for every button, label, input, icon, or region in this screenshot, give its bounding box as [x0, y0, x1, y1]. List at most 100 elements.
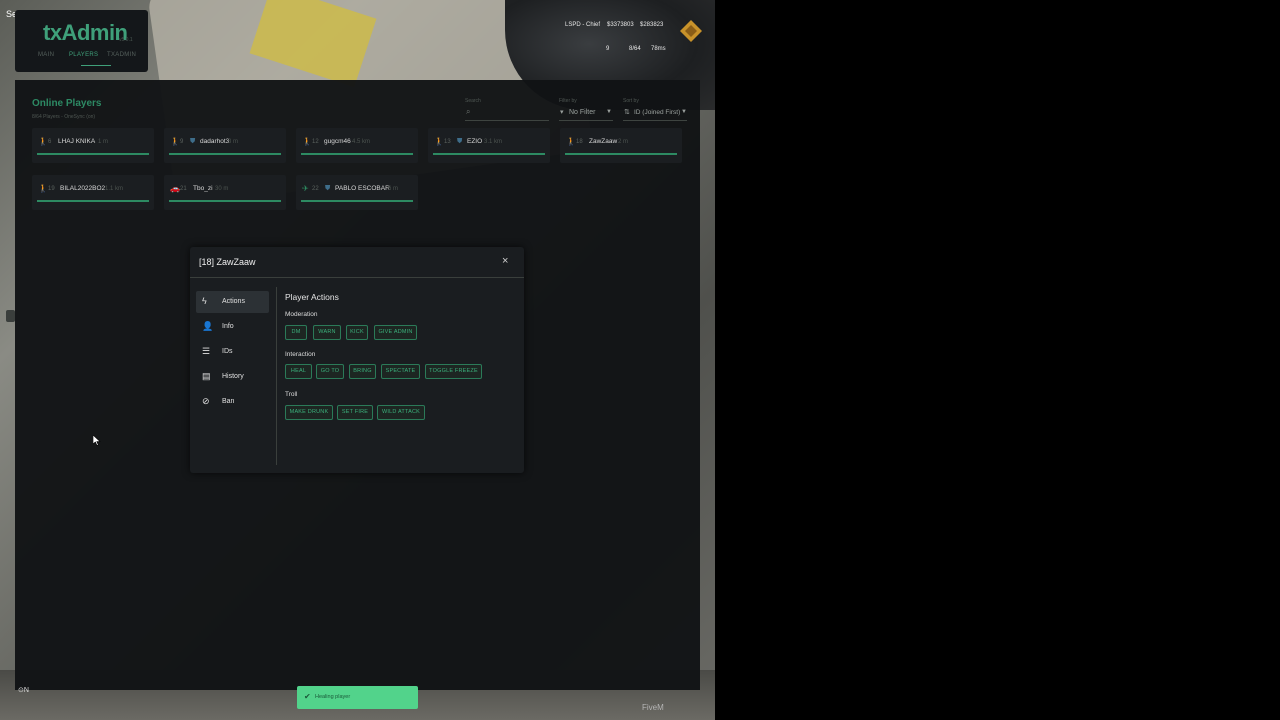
dm-button[interactable]: DM	[285, 325, 307, 340]
sidebar-item-label: IDs	[222, 348, 233, 355]
panel-title: Online Players	[32, 98, 102, 109]
filter-label: Filter by	[559, 98, 577, 104]
player-id: 6	[48, 139, 52, 145]
hud-bank: $283823	[640, 22, 664, 28]
player-distance: 6 m	[388, 186, 399, 192]
close-icon[interactable]: ×	[502, 255, 508, 267]
player-card[interactable]: 🚶 9 ⛊ dadarhot3 3 m	[164, 128, 286, 163]
go-to-button[interactable]: GO TO	[316, 364, 344, 379]
toast-notification: ✔ Healing player	[297, 686, 418, 709]
player-card[interactable]: 🚶 19 BILAL2022BO2 1.1 km	[32, 175, 154, 210]
sort-select[interactable]: ⇅ ID (Joined First) ▼	[623, 107, 687, 121]
tab-txadmin[interactable]: TXADMIN	[107, 52, 136, 58]
player-distance: 2 m	[618, 139, 629, 145]
check-circle-icon: ✔	[304, 692, 311, 701]
sidebar-item-ids[interactable]: ☰ IDs	[196, 341, 269, 363]
sidebar-item-info[interactable]: 👤 Info	[196, 316, 269, 338]
kick-button[interactable]: KICK	[346, 325, 368, 340]
sidebar-item-label: History	[222, 373, 244, 380]
ban-icon: ⊘	[202, 396, 210, 406]
sidebar-item-ban[interactable]: ⊘ Ban	[196, 391, 269, 413]
give-admin-button[interactable]: GIVE ADMIN	[374, 325, 417, 340]
section-label-moderation: Moderation	[285, 311, 318, 318]
player-card[interactable]: ✈ 22 ⛊ PABLO ESCOBAR 6 m	[296, 175, 418, 210]
search-input[interactable]: ⌕	[465, 107, 549, 121]
player-distance: 3 m	[228, 139, 239, 145]
hud-stat-2: 8/64	[629, 46, 641, 52]
player-distance: 1 m	[98, 139, 109, 145]
panel-subtitle: 8/64 Players - OneSync (on)	[32, 114, 96, 120]
walking-icon: 🚶	[38, 184, 48, 193]
sidebar-item-actions[interactable]: ϟ Actions	[196, 291, 269, 313]
player-card[interactable]: 🚗 21 Tbo_zi 30 m	[164, 175, 286, 210]
sidebar-item-label: Actions	[222, 298, 245, 305]
tab-players[interactable]: PLAYERS	[69, 52, 98, 58]
toggle-freeze-button[interactable]: TOGGLE FREEZE	[425, 364, 482, 379]
warn-button[interactable]: WARN	[313, 325, 341, 340]
book-icon: ▤	[202, 371, 211, 381]
player-health-bar	[169, 200, 281, 202]
player-card[interactable]: 🚶 18 ZawZaaw 2 m	[560, 128, 682, 163]
player-id: 22	[312, 186, 319, 192]
plane-icon: ✈	[302, 184, 309, 193]
sidebar-item-label: Info	[222, 323, 234, 330]
walking-icon: 🚶	[38, 137, 48, 146]
section-label-troll: Troll	[285, 391, 298, 398]
hud-cash: $3373803	[607, 22, 634, 28]
filter-select[interactable]: ▾ No Filter ▼	[559, 107, 613, 121]
player-name: ZawZaaw	[589, 138, 618, 145]
walking-icon: 🚶	[170, 137, 180, 146]
filter-icon: ▾	[560, 109, 564, 116]
player-distance: 1.1 km	[105, 186, 124, 192]
hud-stat-1: 9	[606, 46, 610, 52]
heal-button[interactable]: HEAL	[285, 364, 312, 379]
player-name: PABLO ESCOBAR	[335, 185, 390, 192]
player-card[interactable]: 🚶 13 ⛊ EZIO 3.1 km	[428, 128, 550, 163]
player-id: 9	[180, 139, 184, 145]
player-distance: 30 m	[215, 186, 229, 192]
player-card[interactable]: 🚶 12 gugcm46 4.5 km	[296, 128, 418, 163]
modal-vertical-divider	[276, 287, 277, 465]
hud-ping: 78ms	[651, 46, 666, 52]
compass-icon: ⊙N	[18, 687, 29, 694]
section-label-interaction: Interaction	[285, 351, 316, 358]
tab-main[interactable]: MAIN	[38, 52, 54, 58]
shield-icon: ⛊	[457, 138, 463, 145]
wild-attack-button[interactable]: WILD ATTACK	[377, 405, 425, 420]
walking-icon: 🚶	[566, 137, 576, 146]
actions-title: Player Actions	[285, 292, 339, 302]
make-drunk-button[interactable]: MAKE DRUNK	[285, 405, 333, 420]
shield-icon: ⛊	[190, 138, 196, 145]
player-id: 13	[444, 139, 451, 145]
spectate-button[interactable]: SPECTATE	[381, 364, 420, 379]
chevron-down-icon: ▼	[681, 109, 687, 115]
person-icon: 👤	[202, 321, 214, 331]
player-health-bar	[565, 153, 677, 155]
player-health-bar	[433, 153, 545, 155]
side-drawer-handle[interactable]	[6, 310, 15, 322]
txadmin-version: v5.0.1	[119, 37, 133, 43]
set-fire-button[interactable]: SET FIRE	[337, 405, 373, 420]
player-name: Tbo_zi	[193, 185, 213, 192]
player-health-bar	[37, 200, 149, 202]
player-id: 18	[576, 139, 583, 145]
bolt-icon: ϟ	[202, 296, 207, 306]
player-name: LHAJ KNIKA	[58, 138, 96, 145]
bring-button[interactable]: BRING	[349, 364, 376, 379]
modal-divider	[190, 277, 524, 278]
player-health-bar	[301, 153, 413, 155]
sort-label: Sort by	[623, 98, 639, 104]
player-name: gugcm46	[324, 138, 351, 145]
walking-icon: 🚶	[434, 137, 444, 146]
filter-value: No Filter	[569, 109, 596, 116]
search-label: Search	[465, 98, 481, 104]
player-distance: 3.1 km	[484, 139, 503, 145]
sort-icon: ⇅	[624, 109, 630, 116]
txadmin-logo: txAdmin	[43, 20, 128, 45]
sidebar-item-history[interactable]: ▤ History	[196, 366, 269, 388]
mouse-cursor-icon	[93, 435, 101, 446]
player-card[interactable]: 🚶 6 LHAJ KNIKA 1 m	[32, 128, 154, 163]
txadmin-header: txAdmin v5.0.1 MAIN PLAYERS TXADMIN	[15, 10, 148, 72]
sidebar-item-label: Ban	[222, 398, 235, 405]
walking-icon: 🚶	[302, 137, 312, 146]
